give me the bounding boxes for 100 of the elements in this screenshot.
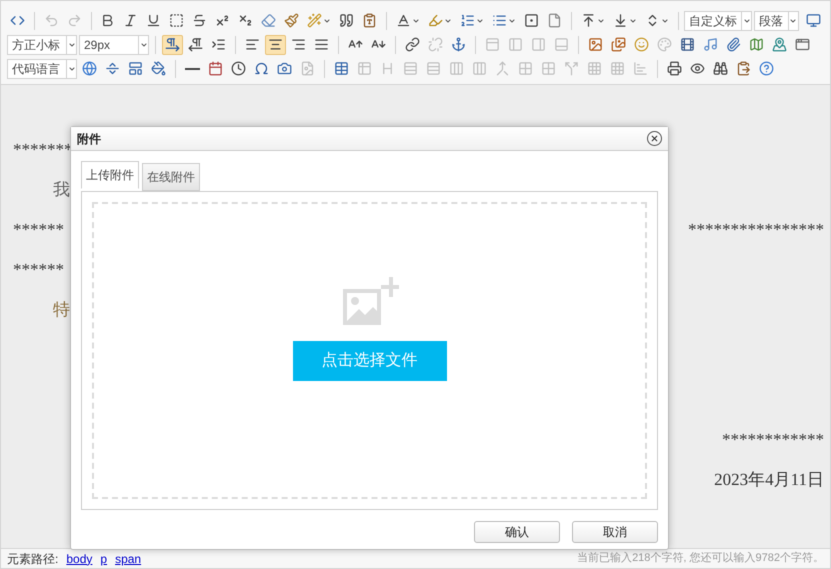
numbered-list-icon: [460, 13, 475, 28]
caret-icon: [323, 16, 332, 24]
caret-icon: [660, 16, 668, 24]
align-right-icon: [291, 37, 306, 52]
italic-icon: [123, 13, 138, 28]
close-button[interactable]: [647, 131, 662, 146]
caret-icon: [628, 16, 636, 24]
clipboard-text-icon: [362, 13, 378, 28]
insert-row-icon: [403, 61, 418, 76]
paintbrush-icon: [284, 13, 300, 28]
map-pin-icon: [772, 37, 787, 52]
globe-icon: [82, 61, 97, 76]
caret-icon: [68, 40, 76, 48]
bold-icon: [100, 13, 116, 28]
caret-icon: [412, 16, 420, 24]
template-icon: [128, 61, 143, 76]
multiple-images-icon: [611, 37, 626, 52]
binoculars-icon: [713, 61, 728, 76]
merge-cells-icon: [495, 61, 510, 76]
monitor-icon: [806, 13, 821, 28]
document-text: 我: [52, 179, 70, 202]
undo-icon: [44, 13, 59, 28]
font-color-icon: [396, 13, 411, 28]
insert-column-icon: [449, 61, 464, 76]
anchor-icon: [451, 37, 466, 52]
bullet-list-icon: [492, 13, 507, 28]
path-link[interactable]: span: [115, 550, 142, 568]
highlighter-icon: [428, 13, 443, 28]
document-text: 2023年4月11日: [714, 469, 824, 492]
eraser-icon: [261, 13, 276, 28]
dialog-button[interactable]: 取消: [572, 521, 658, 543]
printer-icon: [667, 61, 682, 76]
link-icon: [405, 37, 420, 52]
align-left-icon: [245, 37, 260, 52]
document-text: ******: [13, 219, 64, 242]
pilcrow-right-icon: [165, 37, 180, 52]
add-image-icon: [340, 277, 398, 327]
tab[interactable]: 上传附件: [81, 161, 139, 189]
caret-icon: [789, 16, 798, 24]
smiley-icon: [634, 37, 649, 52]
dialog-title: 附件: [77, 130, 101, 148]
dropdown-field[interactable]: 29px: [79, 34, 149, 54]
caret-icon: [596, 16, 604, 24]
chart-icon: [633, 61, 648, 76]
document-text: 特: [52, 299, 70, 322]
caret-icon: [742, 16, 751, 24]
redo-icon: [66, 13, 82, 28]
film-icon: [680, 37, 695, 52]
spacing-bottom-icon: [612, 13, 628, 28]
caret-icon: [508, 16, 516, 24]
align-justify-icon: [314, 37, 329, 52]
strikethrough-icon: [192, 13, 208, 28]
align-center-icon: [268, 37, 283, 52]
paste-icon: [736, 61, 751, 76]
document-text: *******: [13, 139, 72, 162]
path-link[interactable]: body: [66, 550, 92, 568]
spacing-top-icon: [580, 13, 596, 28]
toolbar-button[interactable]: [265, 34, 286, 54]
unlink-icon: [428, 37, 443, 52]
indent-icon: [211, 37, 226, 52]
caret-icon: [140, 40, 148, 48]
image-icon: [588, 37, 603, 52]
omega-icon: [254, 61, 269, 76]
subscript-icon: [238, 13, 254, 28]
dropdown-field[interactable]: 方正小标: [7, 34, 77, 54]
underline-icon: [146, 13, 162, 28]
pilcrow-left-icon: [188, 37, 203, 52]
path-label: 元素路径:: [7, 550, 58, 568]
dropdown-field[interactable]: 段落: [754, 10, 799, 30]
code-icon: [10, 13, 25, 28]
document-text: ****************: [688, 219, 824, 242]
caret-icon: [68, 64, 76, 72]
split-cells-icon: [564, 61, 579, 76]
page-break-icon: [105, 61, 120, 76]
quote-icon: [339, 13, 354, 28]
palette-icon: [657, 37, 672, 52]
caret-icon: [476, 16, 484, 24]
magic-wand-icon: [307, 13, 322, 28]
document-text: ************: [722, 429, 824, 452]
map-icon: [749, 37, 764, 52]
document-text: ******: [13, 259, 64, 282]
superscript-icon: [215, 13, 230, 28]
calendar-icon: [208, 61, 223, 76]
toolbar-button[interactable]: [162, 34, 183, 54]
close-icon: [650, 134, 659, 143]
horizontal-rule-icon: [185, 68, 200, 70]
dialog-button[interactable]: 确认: [474, 521, 560, 543]
table-icon: [334, 61, 349, 76]
paperclip-icon: [726, 37, 741, 52]
dropdown-field[interactable]: 自定义标: [684, 10, 752, 30]
tab[interactable]: 在线附件: [142, 163, 200, 191]
music-note-icon: [703, 37, 718, 52]
caret-icon: [444, 16, 452, 24]
dropdown-field[interactable]: 代码语言: [7, 58, 77, 78]
camera-icon: [277, 61, 292, 76]
word-count: 当前已输入218个字符, 您还可以输入9782个字符。: [577, 550, 824, 566]
blank-page-icon: [546, 13, 562, 28]
path-link[interactable]: p: [100, 550, 108, 568]
help-icon: [759, 61, 774, 76]
preview-icon: [690, 61, 705, 76]
